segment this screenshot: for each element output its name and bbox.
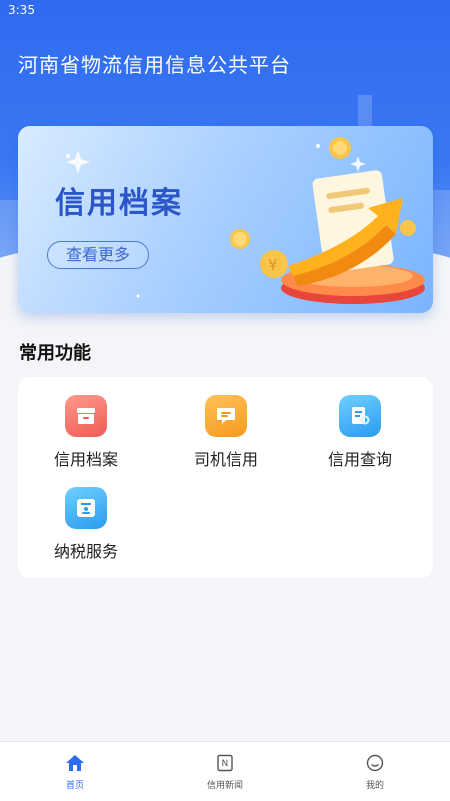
function-label: 司机信用 <box>193 450 258 469</box>
message-icon <box>205 395 247 437</box>
document-search-icon <box>339 395 381 437</box>
building-decoration <box>0 200 18 260</box>
banner[interactable]: ¥ 信用档案 查看更多 <box>18 126 433 313</box>
function-label: 信用查询 <box>327 450 392 469</box>
profile-icon <box>366 754 384 772</box>
view-more-button[interactable]: 查看更多 <box>47 241 149 269</box>
function-label: 纳税服务 <box>53 542 118 561</box>
bottom-tab-bar: 首页 N 信用新闻 我的 <box>0 741 450 801</box>
tab-label: 首页 <box>65 781 84 791</box>
home-icon <box>66 755 84 771</box>
tab-label: 信用新闻 <box>206 781 243 791</box>
news-icon: N <box>217 754 233 772</box>
page-title: 河南省物流信用信息公共平台 <box>18 53 291 77</box>
tab-credit-news[interactable]: N 信用新闻 <box>175 754 275 791</box>
id-card-icon <box>65 487 107 529</box>
banner-title: 信用档案 <box>55 186 183 221</box>
tab-label: 我的 <box>365 781 384 791</box>
function-tax-service[interactable]: 纳税服务 <box>26 487 146 562</box>
function-label: 信用档案 <box>53 450 118 469</box>
archive-icon <box>65 395 107 437</box>
status-time: 3:35 <box>8 3 35 17</box>
function-credit-query[interactable]: 信用查询 <box>300 395 420 470</box>
functions-card: 信用档案 司机信用 信用查询 纳税服务 <box>18 377 433 578</box>
function-driver-credit[interactable]: 司机信用 <box>166 395 286 470</box>
function-credit-archive[interactable]: 信用档案 <box>26 395 146 470</box>
tab-profile[interactable]: 我的 <box>325 754 425 791</box>
svg-text:N: N <box>222 759 229 769</box>
building-decoration <box>432 190 450 260</box>
tab-home[interactable]: 首页 <box>25 754 125 791</box>
section-title: 常用功能 <box>19 343 91 364</box>
svg-text:¥: ¥ <box>268 256 278 274</box>
